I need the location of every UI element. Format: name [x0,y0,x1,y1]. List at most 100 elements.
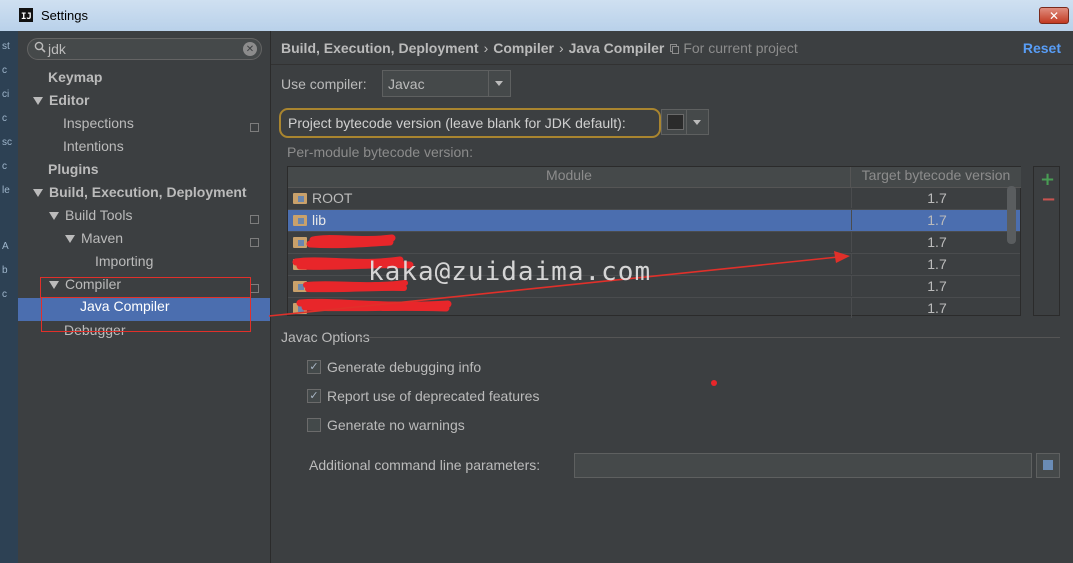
tree-item-editor[interactable]: Editor [33,92,89,115]
dropdown-arrow-button[interactable] [488,71,510,96]
table-row[interactable]: 1.7 [288,298,1022,318]
target-version-cell[interactable]: 1.7 [851,298,1022,318]
tree-item-debugger[interactable]: Debugger [64,322,126,345]
tree-item-plugins[interactable]: Plugins [48,161,99,184]
expanded-arrow-icon[interactable] [65,235,75,244]
module-folder-icon [293,215,307,226]
dropdown-arrow-button[interactable] [686,110,708,134]
window-title: Settings [41,8,88,23]
breadcrumb-item: Build, Execution, Deployment [281,40,479,56]
project-scope-icon [250,238,259,247]
table-row[interactable]: lib 1.7 [288,210,1020,232]
watermark-text: kaka@zuidaima.com [368,257,652,287]
reset-link[interactable]: Reset [1023,40,1061,56]
tree-item-build-tools[interactable]: Build Tools [49,207,132,230]
generate-no-warnings-label: Generate no warnings [327,417,465,433]
tree-item-java-compiler[interactable]: Java Compiler [18,298,270,321]
tree-item-label: Keymap [48,69,103,85]
strip-text: c [2,161,7,172]
additional-params-input[interactable] [574,453,1032,478]
header-divider [271,64,1073,65]
module-folder-icon [293,237,307,248]
section-divider [359,337,1060,338]
tree-item-importing[interactable]: Importing [95,253,153,276]
strip-text: b [2,265,8,276]
column-header-module[interactable]: Module [288,167,851,188]
tree-item-intentions[interactable]: Intentions [63,138,124,161]
add-module-button[interactable]: + [1040,169,1055,190]
module-folder-icon [293,193,307,204]
breadcrumb-separator: › [558,40,564,56]
column-header-target-version[interactable]: Target bytecode version [851,167,1021,188]
search-input[interactable]: jdk [48,41,66,57]
tree-item-build-execution-deployment[interactable]: Build, Execution, Deployment [33,184,247,207]
close-window-button[interactable]: ✕ [1039,7,1069,24]
tree-item-inspections[interactable]: Inspections [63,115,134,138]
generate-no-warnings-checkbox[interactable] [307,418,321,432]
module-folder-icon [293,303,307,314]
clear-search-icon[interactable]: ✕ [243,42,257,56]
module-folder-icon [293,281,307,292]
tree-item-compiler[interactable]: Compiler [49,276,121,299]
target-version-cell[interactable]: 1.7 [851,210,1022,230]
breadcrumb-separator: › [483,40,489,56]
project-bytecode-version-label: Project bytecode version (leave blank fo… [288,115,626,131]
use-compiler-dropdown[interactable]: Javac [382,70,511,97]
module-folder-icon [293,259,307,270]
report-deprecated-checkbox[interactable]: ✓ [307,389,321,403]
project-scope-icon [250,215,259,224]
target-version-cell[interactable]: 1.7 [851,254,1022,274]
module-name: ROOT [312,190,353,206]
tree-item-label: Plugins [48,161,99,177]
remove-module-button[interactable]: − [1041,189,1056,210]
strip-text: c [2,113,7,124]
project-scope-icon [670,44,680,54]
use-compiler-value: Javac [388,76,425,92]
tree-item-label: Importing [95,253,154,269]
project-bytecode-version-dropdown[interactable] [661,109,709,135]
expanded-arrow-icon[interactable] [33,97,43,106]
additional-params-label: Additional command line parameters: [309,457,541,473]
per-module-label: Per-module bytecode version: [287,144,473,160]
project-scope-icon [250,284,259,293]
strip-text: sc [2,137,12,148]
tree-item-label: Build Tools [65,207,133,223]
javac-options-title: Javac Options [281,329,370,345]
scope-indicator: For current project [670,40,798,56]
tree-item-label: Java Compiler [80,298,170,314]
generate-debugging-info-label: Generate debugging info [327,359,482,375]
table-scrollbar[interactable] [1007,186,1016,244]
window-titlebar: IJ Settings ✕ [0,0,1073,31]
chevron-down-icon [693,120,701,125]
bytecode-version-value [667,114,684,130]
table-row[interactable]: ROOT 1.7 [288,188,1020,210]
tree-item-label: Intentions [63,138,124,154]
project-scope-icon [250,123,259,132]
search-icon [34,41,46,53]
table-toolbar: + − [1033,166,1060,316]
strip-text: ci [2,89,10,100]
chevron-down-icon [495,81,503,86]
settings-search-box[interactable]: jdk ✕ [27,38,262,60]
intellij-logo-icon: IJ [19,8,33,22]
tree-item-label: Compiler [65,276,122,292]
expanded-arrow-icon[interactable] [49,281,59,290]
target-version-cell[interactable]: 1.7 [851,188,1022,208]
tree-item-maven[interactable]: Maven [65,230,123,253]
strip-text: le [2,185,10,196]
expanded-arrow-icon[interactable] [49,212,59,221]
target-version-cell[interactable]: 1.7 [851,276,1022,296]
strip-text: c [2,289,7,300]
tree-item-keymap[interactable]: Keymap [48,69,102,92]
table-row[interactable]: 1.7 [288,232,1020,254]
strip-text: A [2,241,9,252]
target-version-cell[interactable]: 1.7 [851,232,1022,252]
expanded-arrow-icon[interactable] [33,189,43,198]
tree-item-label: Inspections [63,115,134,131]
strip-text: st [2,41,10,52]
report-deprecated-label: Report use of deprecated features [327,388,540,404]
tree-item-label: Build, Execution, Deployment [49,184,247,200]
use-compiler-label: Use compiler: [281,76,367,92]
generate-debugging-info-checkbox[interactable]: ✓ [307,360,321,374]
expand-params-icon[interactable] [1036,453,1060,478]
